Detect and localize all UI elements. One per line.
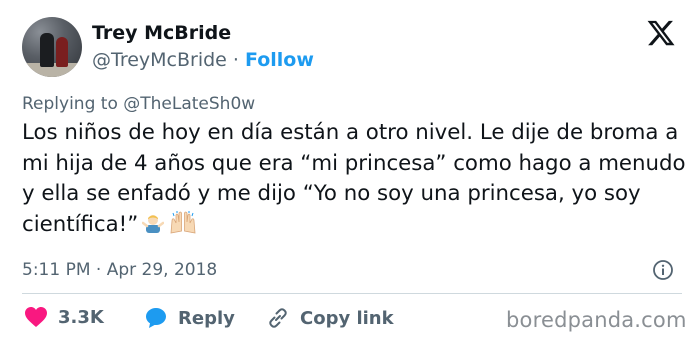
- link-icon: [269, 308, 287, 328]
- tweet-body: Los niños de hoy en día están a otro niv…: [22, 120, 686, 237]
- like-count: 3.3K: [58, 306, 104, 328]
- speech-bubble-icon: [146, 308, 166, 328]
- timestamp[interactable]: 5:11 PM · Apr 29, 2018: [22, 260, 217, 280]
- action-bar: 3.3K Reply Copy link: [22, 306, 422, 336]
- avatar[interactable]: [22, 17, 82, 77]
- like-button[interactable]: 3.3K: [24, 306, 104, 328]
- follow-button[interactable]: Follow: [245, 49, 314, 71]
- info-icon[interactable]: [652, 259, 674, 281]
- separator-dot: ·: [95, 260, 102, 280]
- copy-link-button[interactable]: Copy link: [266, 306, 394, 330]
- raising-hands-emoji-icon: [168, 210, 198, 245]
- tweet-text: Los niños de hoy en día están a otro niv…: [22, 118, 687, 244]
- replying-to-line: Replying to @TheLateSh0w: [22, 94, 255, 114]
- handle-row: @TreyMcBride · Follow: [92, 49, 314, 71]
- author-name[interactable]: Trey McBride: [92, 22, 231, 44]
- replying-prefix: Replying to: [22, 94, 118, 114]
- separator-dot: ·: [232, 49, 239, 71]
- avatar-figure: [40, 33, 54, 67]
- divider: [22, 293, 682, 294]
- x-logo-icon[interactable]: [646, 18, 676, 48]
- avatar-figure: [56, 37, 68, 67]
- author-handle[interactable]: @TreyMcBride: [92, 49, 227, 71]
- replying-to-handle[interactable]: @TheLateSh0w: [123, 94, 255, 114]
- watermark: boredpanda.com: [506, 308, 687, 332]
- reply-label: Reply: [178, 307, 235, 329]
- tweet-time: 5:11 PM: [22, 260, 91, 280]
- person-shrugging-emoji-icon: [142, 213, 165, 245]
- reply-button[interactable]: Reply: [144, 306, 235, 330]
- copy-link-label: Copy link: [300, 307, 394, 329]
- heart-icon: [25, 307, 47, 327]
- tweet-date: Apr 29, 2018: [106, 260, 218, 280]
